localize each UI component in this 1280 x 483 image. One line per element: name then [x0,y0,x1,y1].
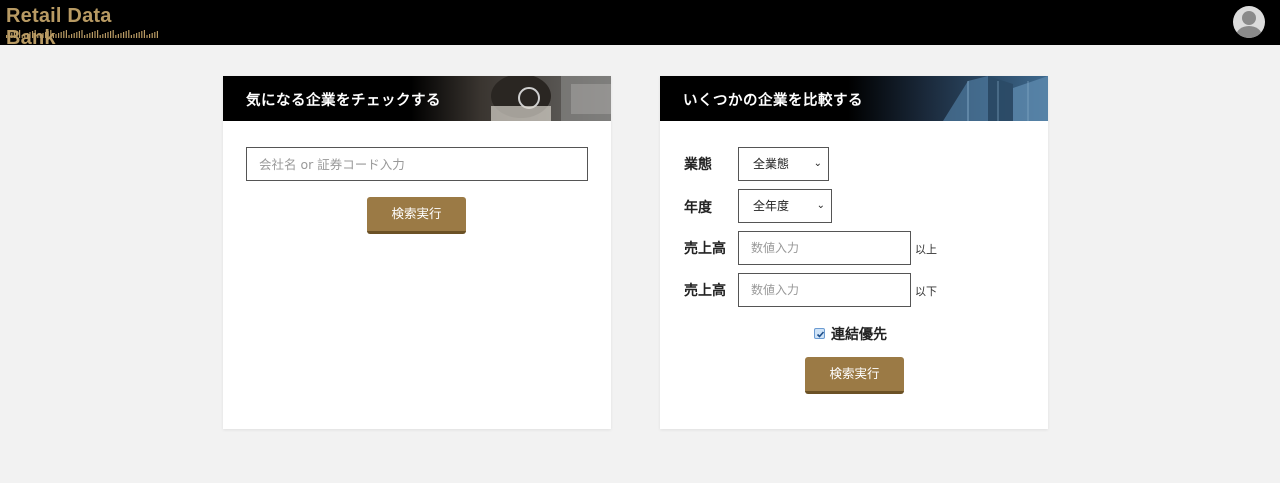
checkmark-icon [816,331,825,338]
compare-title: いくつかの企業を比較する [683,93,863,109]
industry-select-value: 全業態 [753,157,790,171]
consolidated-checkbox[interactable] [814,328,825,339]
industry-label: 業態 [684,157,712,173]
company-search-input[interactable] [246,147,588,181]
sales-max-input[interactable] [738,273,911,307]
compare-card: いくつかの企業を比較する 業態 全業態 ⌄ 年度 全年度 ⌄ 売上高 以上 売上… [660,76,1048,429]
sales-min-suffix: 以上 [915,243,937,256]
logo-barcode-icon [6,30,158,38]
company-check-title: 気になる企業をチェックする [246,93,441,109]
sales-min-input[interactable] [738,231,911,265]
year-label: 年度 [684,200,712,216]
top-navigation-bar: Retail Data Bank [0,0,1280,49]
consolidated-label: 連結優先 [831,327,887,343]
company-check-card: 気になる企業をチェックする 検索実行 [223,76,611,429]
avatar-body [1236,26,1262,38]
chevron-down-icon: ⌄ [813,158,822,169]
header-photo-magnifier [411,76,611,121]
compare-search-button[interactable]: 検索実行 [805,357,904,394]
year-select[interactable]: 全年度 ⌄ [738,189,832,223]
logo[interactable]: Retail Data Bank [6,5,166,49]
sales-min-label: 売上高 [684,241,726,257]
industry-select[interactable]: 全業態 ⌄ [738,147,829,181]
header-photo-buildings [848,76,1048,121]
company-search-button[interactable]: 検索実行 [367,197,466,234]
year-select-value: 全年度 [753,199,790,213]
user-avatar-icon[interactable] [1233,6,1265,38]
logo-text: Retail Data Bank [6,5,112,49]
avatar-head [1242,11,1256,25]
chevron-down-icon: ⌄ [816,200,825,211]
company-check-header: 気になる企業をチェックする [223,76,611,121]
sales-max-suffix: 以下 [915,285,937,298]
sales-max-label: 売上高 [684,283,726,299]
compare-header: いくつかの企業を比較する [660,76,1048,121]
